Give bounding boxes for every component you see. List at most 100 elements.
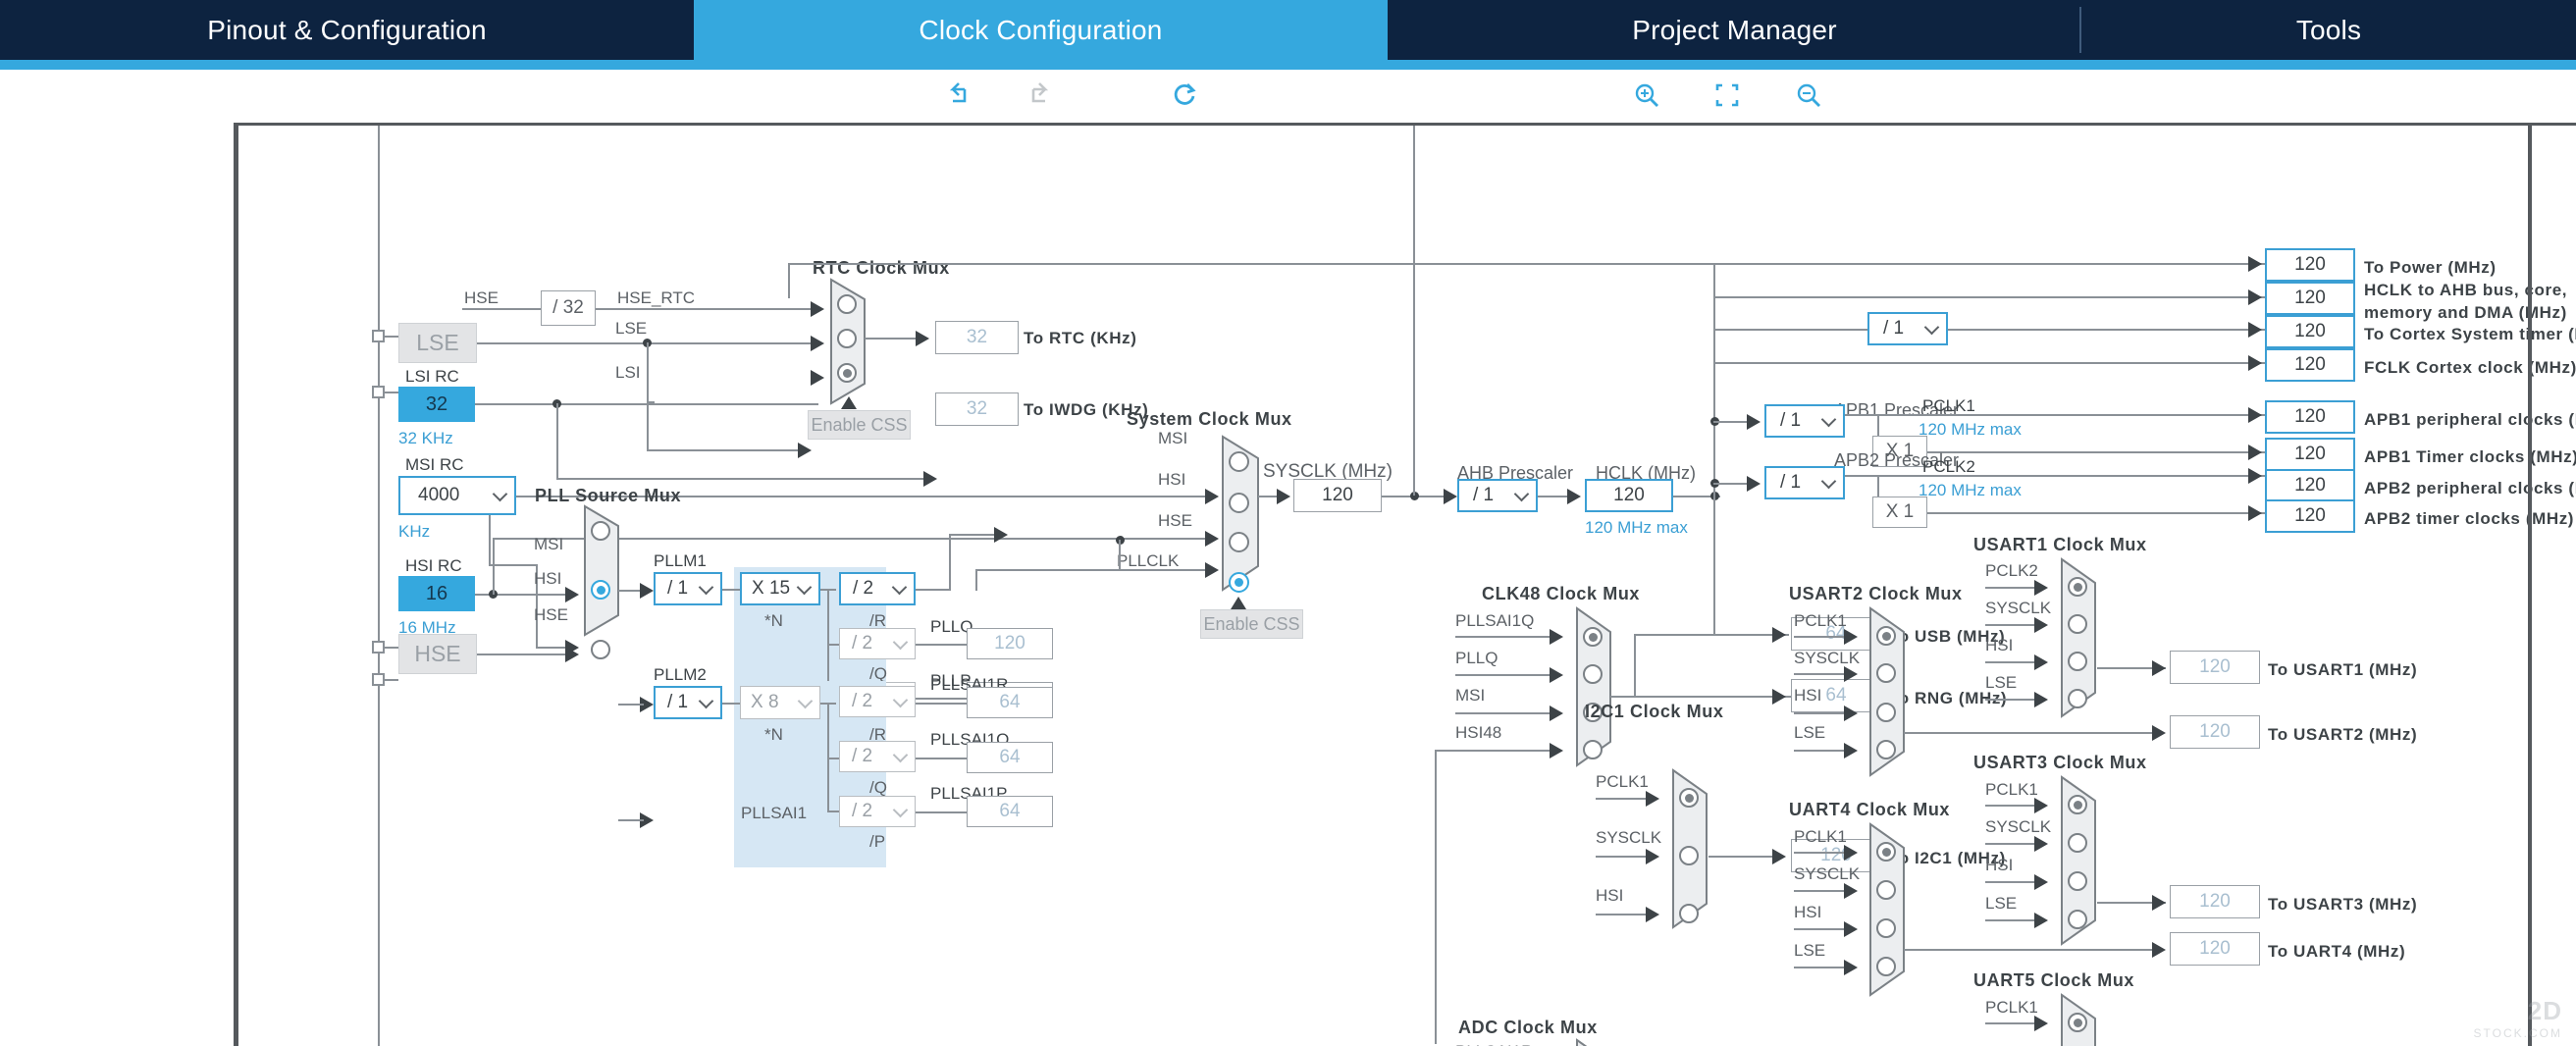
hse-sysmux-vertical xyxy=(1119,540,1121,569)
usart2-mux-radio-lse[interactable] xyxy=(1876,740,1896,759)
usart3-mux-radio-hsi[interactable] xyxy=(2068,871,2087,891)
uart4-out-arrow xyxy=(2152,942,2166,958)
sysmux-radio-hsi[interactable] xyxy=(1229,493,1249,513)
output-field-fclk[interactable]: 120 xyxy=(2265,348,2355,382)
usart1-mux-radio-sysclk[interactable] xyxy=(2068,614,2087,634)
sysmux-radio-msi[interactable] xyxy=(1229,451,1249,472)
clk48-mux-radio-pllsai1q[interactable] xyxy=(1583,627,1603,647)
uart4-mux-radio-sysclk[interactable] xyxy=(1876,880,1896,900)
hse-rtc-divider[interactable]: / 32 xyxy=(541,290,596,326)
tab-project-manager[interactable]: Project Manager xyxy=(1388,0,2081,60)
hse-stub-wire-bottom xyxy=(385,679,398,681)
i2c1-mux-radio-pclk1[interactable] xyxy=(1679,788,1699,808)
adc-clock-mux[interactable] xyxy=(1575,1038,1612,1046)
pllr1-select[interactable]: / 2 xyxy=(839,572,916,605)
apb2-prescaler-select[interactable]: / 1 xyxy=(1764,466,1845,499)
uart4-mux-radio-hsi[interactable] xyxy=(1876,918,1896,938)
lse-oscillator-block[interactable]: LSE xyxy=(398,323,477,363)
rtc-mux-radio-lsi[interactable] xyxy=(837,363,857,383)
pllsai1r-output-field[interactable]: 64 xyxy=(967,687,1053,718)
output-field-cortex-systick[interactable]: 120 xyxy=(2265,315,2355,348)
clock-tree-diagram[interactable]: LSE LSI RC 32 32 KHz HSE / 32 HSE_RTC LS… xyxy=(234,123,2576,1046)
to-usart3-field[interactable]: 120 xyxy=(2170,885,2260,918)
uart4-mux-radio-pclk1[interactable] xyxy=(1876,842,1896,862)
plln2-select[interactable]: X 8 xyxy=(740,686,820,719)
apb1-prescaler-select[interactable]: / 1 xyxy=(1764,404,1845,438)
pllm2-select[interactable]: / 1 xyxy=(654,686,722,719)
sysclk-field[interactable]: 120 xyxy=(1293,479,1382,512)
zoom-in-icon[interactable] xyxy=(1624,76,1669,115)
output-field-apb2-timer[interactable]: 120 xyxy=(2265,499,2355,533)
pllq1-select[interactable]: / 2 xyxy=(839,628,916,659)
usart2-mux-radio-sysclk[interactable] xyxy=(1876,663,1896,683)
usart3-mux-radio-pclk1[interactable] xyxy=(2068,795,2087,814)
pll-mux-radio-msi[interactable] xyxy=(591,521,610,541)
pllq-output-field[interactable]: 120 xyxy=(967,628,1053,659)
plln1-select[interactable]: X 15 xyxy=(740,572,820,605)
pllm2-value: / 1 xyxy=(667,692,689,712)
rtc-mux-radio-hse-rtc[interactable] xyxy=(837,294,857,314)
fit-to-screen-icon[interactable] xyxy=(1705,76,1750,115)
clk48-mux-radio-pllq[interactable] xyxy=(1583,664,1603,684)
output-field-apb1-timer[interactable]: 120 xyxy=(2265,438,2355,471)
pllsai1p-select[interactable]: / 2 xyxy=(839,796,916,827)
to-usart1-field[interactable]: 120 xyxy=(2170,651,2260,684)
hsi-rc-field[interactable]: 16 xyxy=(398,576,475,611)
tab-clock-configuration[interactable]: Clock Configuration xyxy=(694,0,1388,60)
sysclk-value: 120 xyxy=(1322,485,1353,505)
i2c1-mux-radio-sysclk[interactable] xyxy=(1679,846,1699,865)
rtc-mux-radio-lse[interactable] xyxy=(837,329,857,348)
system-enable-css-button[interactable]: Enable CSS xyxy=(1200,609,1303,639)
to-usart2-field[interactable]: 120 xyxy=(2170,715,2260,749)
pllsai1p-output-field[interactable]: 64 xyxy=(967,796,1053,827)
hsi-sysmux-arrow xyxy=(1205,531,1219,547)
i2c1-mux-radio-hsi[interactable] xyxy=(1679,904,1699,923)
pll-mux-radio-hse[interactable] xyxy=(591,640,610,659)
output-field-apb1-peripheral[interactable]: 120 xyxy=(2265,400,2355,434)
pllr1-r-label: /R xyxy=(869,611,886,630)
sysmux-radio-pllclk[interactable] xyxy=(1229,572,1249,593)
output-field-to-power[interactable]: 120 xyxy=(2265,248,2355,282)
usart2-mux-radio-hsi[interactable] xyxy=(1876,703,1896,722)
uart4-mux-radio-lse[interactable] xyxy=(1876,957,1896,976)
cortex-timer-wire-b xyxy=(1948,329,2270,331)
tab-tools[interactable]: Tools xyxy=(2081,0,2576,60)
apb2-in-arrow xyxy=(1747,476,1761,492)
lsi-rc-field[interactable]: 32 xyxy=(398,387,475,422)
hse-stub-wire-top xyxy=(385,647,398,649)
uart5-mux-radio-pclk1[interactable] xyxy=(2068,1013,2087,1032)
usart3-mux-radio-sysclk[interactable] xyxy=(2068,833,2087,853)
redo-icon[interactable] xyxy=(1016,76,1061,115)
output-field-apb2-peripheral[interactable]: 120 xyxy=(2265,469,2355,502)
clk48-mux-radio-hsi48[interactable] xyxy=(1583,740,1603,759)
msi-rc-select[interactable]: 4000 xyxy=(398,476,516,515)
to-iwdg-field[interactable]: 32 xyxy=(935,392,1019,426)
hse-oscillator-block[interactable]: HSE xyxy=(398,634,477,674)
pllsai1q-select[interactable]: / 2 xyxy=(839,741,916,772)
output-field-hclk-ahb[interactable]: 120 xyxy=(2265,282,2355,315)
uart4-clock-mux-title: UART4 Clock Mux xyxy=(1789,800,1951,819)
pllm1-select[interactable]: / 1 xyxy=(654,572,722,605)
clk48-in3-wire xyxy=(1455,750,1555,752)
sysmux-radio-hse[interactable] xyxy=(1229,532,1249,552)
uart5-in0-arrow xyxy=(2034,1016,2048,1031)
undo-icon[interactable] xyxy=(937,76,982,115)
pllsai1r-select[interactable]: / 2 xyxy=(839,686,916,717)
pllsai1q-output-field[interactable]: 64 xyxy=(967,742,1053,773)
rtc-enable-css-button[interactable]: Enable CSS xyxy=(808,410,911,440)
usart3-in3-arrow xyxy=(2034,913,2048,928)
hclk-field[interactable]: 120 xyxy=(1585,479,1673,512)
ahb-prescaler-select[interactable]: / 1 xyxy=(1457,479,1538,512)
tab-pinout-configuration[interactable]: Pinout & Configuration xyxy=(0,0,694,60)
to-rtc-field[interactable]: 32 xyxy=(935,321,1019,354)
usart3-mux-radio-lse[interactable] xyxy=(2068,910,2087,929)
usart1-mux-radio-lse[interactable] xyxy=(2068,689,2087,708)
to-uart4-field[interactable]: 120 xyxy=(2170,932,2260,966)
usart1-mux-radio-hsi[interactable] xyxy=(2068,652,2087,671)
pll-mux-radio-hsi[interactable] xyxy=(591,580,610,600)
usart1-mux-radio-pclk2[interactable] xyxy=(2068,577,2087,597)
zoom-out-icon[interactable] xyxy=(1786,76,1831,115)
usart2-mux-radio-pclk1[interactable] xyxy=(1876,626,1896,646)
cortex-systick-divider[interactable]: / 1 xyxy=(1867,312,1948,345)
reload-icon[interactable] xyxy=(1163,76,1208,115)
